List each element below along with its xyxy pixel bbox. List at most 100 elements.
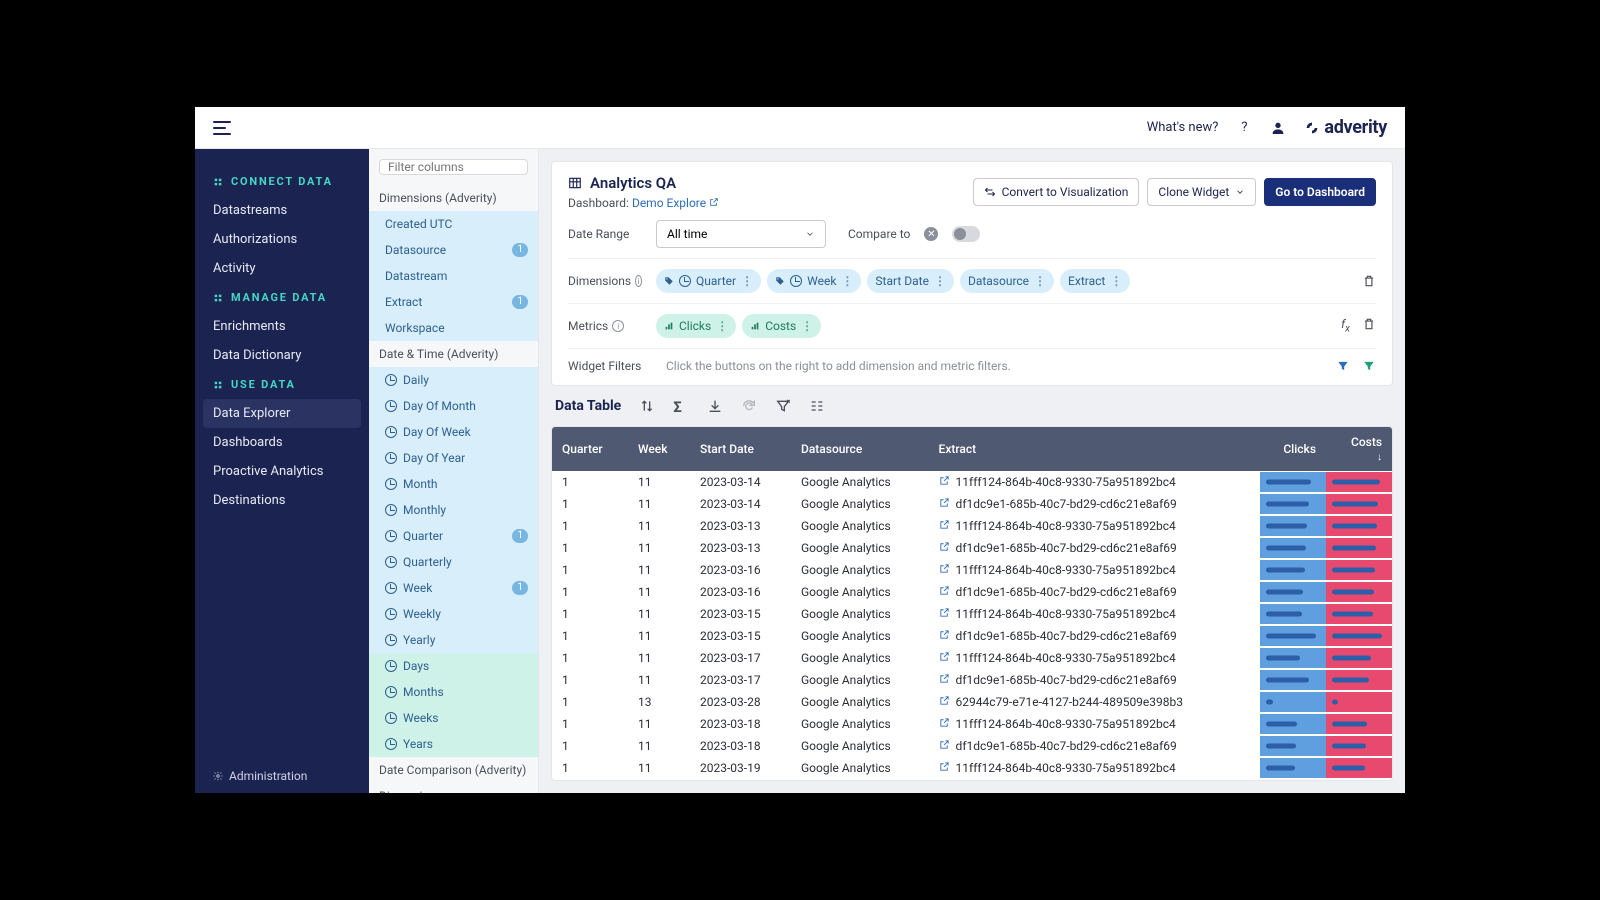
sidebar-item-data-explorer[interactable]: Data Explorer [203, 399, 361, 428]
col-header-datasource[interactable]: Datasource [791, 427, 929, 471]
hamburger-menu-button[interactable] [213, 121, 231, 135]
column-field-datastream[interactable]: Datastream [369, 263, 538, 289]
table-row[interactable]: 1112023-03-17Google Analyticsdf1dc9e1-68… [552, 669, 1392, 691]
column-field-monthly[interactable]: Monthly [369, 497, 538, 523]
help-icon[interactable]: ? [1236, 120, 1252, 136]
chip-menu-icon[interactable]: ⋮ [741, 274, 753, 288]
column-field-quarterly[interactable]: Quarterly [369, 549, 538, 575]
table-row[interactable]: 1112023-03-14Google Analyticsdf1dc9e1-68… [552, 493, 1392, 515]
column-field-day-of-month[interactable]: Day Of Month [369, 393, 538, 419]
table-row[interactable]: 1112023-03-13Google Analytics11fff124-86… [552, 515, 1392, 537]
table-row[interactable]: 1112023-03-19Google Analyticsdf1dc9e1-68… [552, 779, 1392, 781]
sidebar-item-authorizations[interactable]: Authorizations [195, 225, 369, 254]
chip-menu-icon[interactable]: ⋮ [841, 274, 853, 288]
column-field-week[interactable]: Week1 [369, 575, 538, 601]
table-row[interactable]: 1112023-03-13Google Analyticsdf1dc9e1-68… [552, 537, 1392, 559]
table-row[interactable]: 1112023-03-16Google Analytics11fff124-86… [552, 559, 1392, 581]
user-icon[interactable] [1270, 120, 1286, 136]
metric-chip-clicks[interactable]: Clicks⋮ [656, 314, 736, 338]
column-field-days[interactable]: Days [369, 653, 538, 679]
filter-clear-icon[interactable] [775, 398, 791, 414]
external-link-icon[interactable] [939, 607, 950, 621]
trash-icon[interactable] [1362, 274, 1376, 288]
dimension-chip-week[interactable]: Week⋮ [767, 269, 861, 293]
table-row[interactable]: 1132023-03-28Google Analytics62944c79-e7… [552, 691, 1392, 713]
external-link-icon[interactable] [939, 651, 950, 665]
trash-icon[interactable] [1362, 317, 1376, 331]
sidebar-item-activity[interactable]: Activity [195, 254, 369, 283]
dimension-chip-quarter[interactable]: Quarter⋮ [656, 269, 761, 293]
column-field-weeks[interactable]: Weeks [369, 705, 538, 731]
col-header-extract[interactable]: Extract [929, 427, 1260, 471]
filter-dim-icon[interactable] [1336, 359, 1350, 373]
table-row[interactable]: 1112023-03-18Google Analyticsdf1dc9e1-68… [552, 735, 1392, 757]
column-field-months[interactable]: Months [369, 679, 538, 705]
column-field-extract[interactable]: Extract1 [369, 289, 538, 315]
column-field-weekly[interactable]: Weekly [369, 601, 538, 627]
sidebar-item-data-dictionary[interactable]: Data Dictionary [195, 341, 369, 370]
sigma-icon[interactable]: Σ [673, 398, 689, 414]
table-row[interactable]: 1112023-03-15Google Analyticsdf1dc9e1-68… [552, 625, 1392, 647]
external-link-icon[interactable] [939, 541, 950, 555]
column-field-day-of-year[interactable]: Day Of Year [369, 445, 538, 471]
column-field-daily[interactable]: Daily [369, 367, 538, 393]
table-row[interactable]: 1112023-03-14Google Analytics11fff124-86… [552, 471, 1392, 493]
external-link-icon[interactable] [939, 695, 950, 709]
compare-toggle[interactable] [952, 226, 980, 242]
sidebar-item-enrichments[interactable]: Enrichments [195, 312, 369, 341]
sidebar-item-destinations[interactable]: Destinations [195, 486, 369, 515]
sidebar-item-datastreams[interactable]: Datastreams [195, 196, 369, 225]
col-header-quarter[interactable]: Quarter [552, 427, 628, 471]
column-field-created-utc[interactable]: Created UTC [369, 211, 538, 237]
col-header-start-date[interactable]: Start Date [690, 427, 791, 471]
column-field-years[interactable]: Years [369, 731, 538, 757]
external-link-icon[interactable] [939, 497, 950, 511]
chip-menu-icon[interactable]: ⋮ [1034, 274, 1046, 288]
table-row[interactable]: 1112023-03-15Google Analytics11fff124-86… [552, 603, 1392, 625]
sidebar-item-proactive-analytics[interactable]: Proactive Analytics [195, 457, 369, 486]
col-header-week[interactable]: Week [628, 427, 690, 471]
table-row[interactable]: 1112023-03-19Google Analytics11fff124-86… [552, 757, 1392, 779]
download-icon[interactable] [707, 398, 723, 414]
filter-columns-input[interactable] [388, 160, 539, 174]
chip-menu-icon[interactable]: ⋮ [801, 319, 813, 333]
external-link-icon[interactable] [939, 673, 950, 687]
table-row[interactable]: 1112023-03-18Google Analytics11fff124-86… [552, 713, 1392, 735]
metric-chip-costs[interactable]: Costs⋮ [742, 314, 821, 338]
column-field-workspace[interactable]: Workspace [369, 315, 538, 341]
external-link-icon[interactable] [939, 761, 950, 775]
whats-new-link[interactable]: What's new? [1147, 120, 1219, 135]
info-icon[interactable]: i [612, 320, 624, 332]
dimension-chip-extract[interactable]: Extract⋮ [1060, 269, 1130, 293]
chip-menu-icon[interactable]: ⋮ [1110, 274, 1122, 288]
fx-icon[interactable]: fx [1341, 317, 1350, 334]
sidebar-item-dashboards[interactable]: Dashboards [195, 428, 369, 457]
dashboard-link[interactable]: Demo Explore [632, 196, 719, 210]
column-field-datasource[interactable]: Datasource1 [369, 237, 538, 263]
info-icon[interactable]: i [635, 275, 642, 287]
external-link-icon[interactable] [939, 563, 950, 577]
columns-icon[interactable] [809, 398, 825, 414]
sidebar-footer[interactable]: Administration [195, 759, 369, 793]
external-link-icon[interactable] [939, 739, 950, 753]
filter-met-icon[interactable] [1362, 359, 1376, 373]
column-field-yearly[interactable]: Yearly [369, 627, 538, 653]
external-link-icon[interactable] [939, 585, 950, 599]
col-header-clicks[interactable]: Clicks [1260, 427, 1326, 471]
dimension-chip-start-date[interactable]: Start Date⋮ [867, 269, 954, 293]
column-field-day-of-week[interactable]: Day Of Week [369, 419, 538, 445]
filter-columns-input-wrapper[interactable] [379, 159, 528, 175]
external-link-icon[interactable] [939, 629, 950, 643]
column-field-month[interactable]: Month [369, 471, 538, 497]
chip-menu-icon[interactable]: ⋮ [716, 319, 728, 333]
table-row[interactable]: 1112023-03-16Google Analyticsdf1dc9e1-68… [552, 581, 1392, 603]
chip-menu-icon[interactable]: ⋮ [934, 274, 946, 288]
sort-icon[interactable] [639, 398, 655, 414]
clone-button[interactable]: Clone Widget [1147, 178, 1256, 206]
goto-dashboard-button[interactable]: Go to Dashboard [1264, 178, 1376, 206]
convert-button[interactable]: Convert to Visualization [973, 178, 1140, 206]
column-field-quarter[interactable]: Quarter1 [369, 523, 538, 549]
col-header-costs[interactable]: Costs↓ [1326, 427, 1392, 471]
compare-clear-icon[interactable]: ✕ [924, 227, 938, 241]
dimension-chip-datasource[interactable]: Datasource⋮ [960, 269, 1054, 293]
